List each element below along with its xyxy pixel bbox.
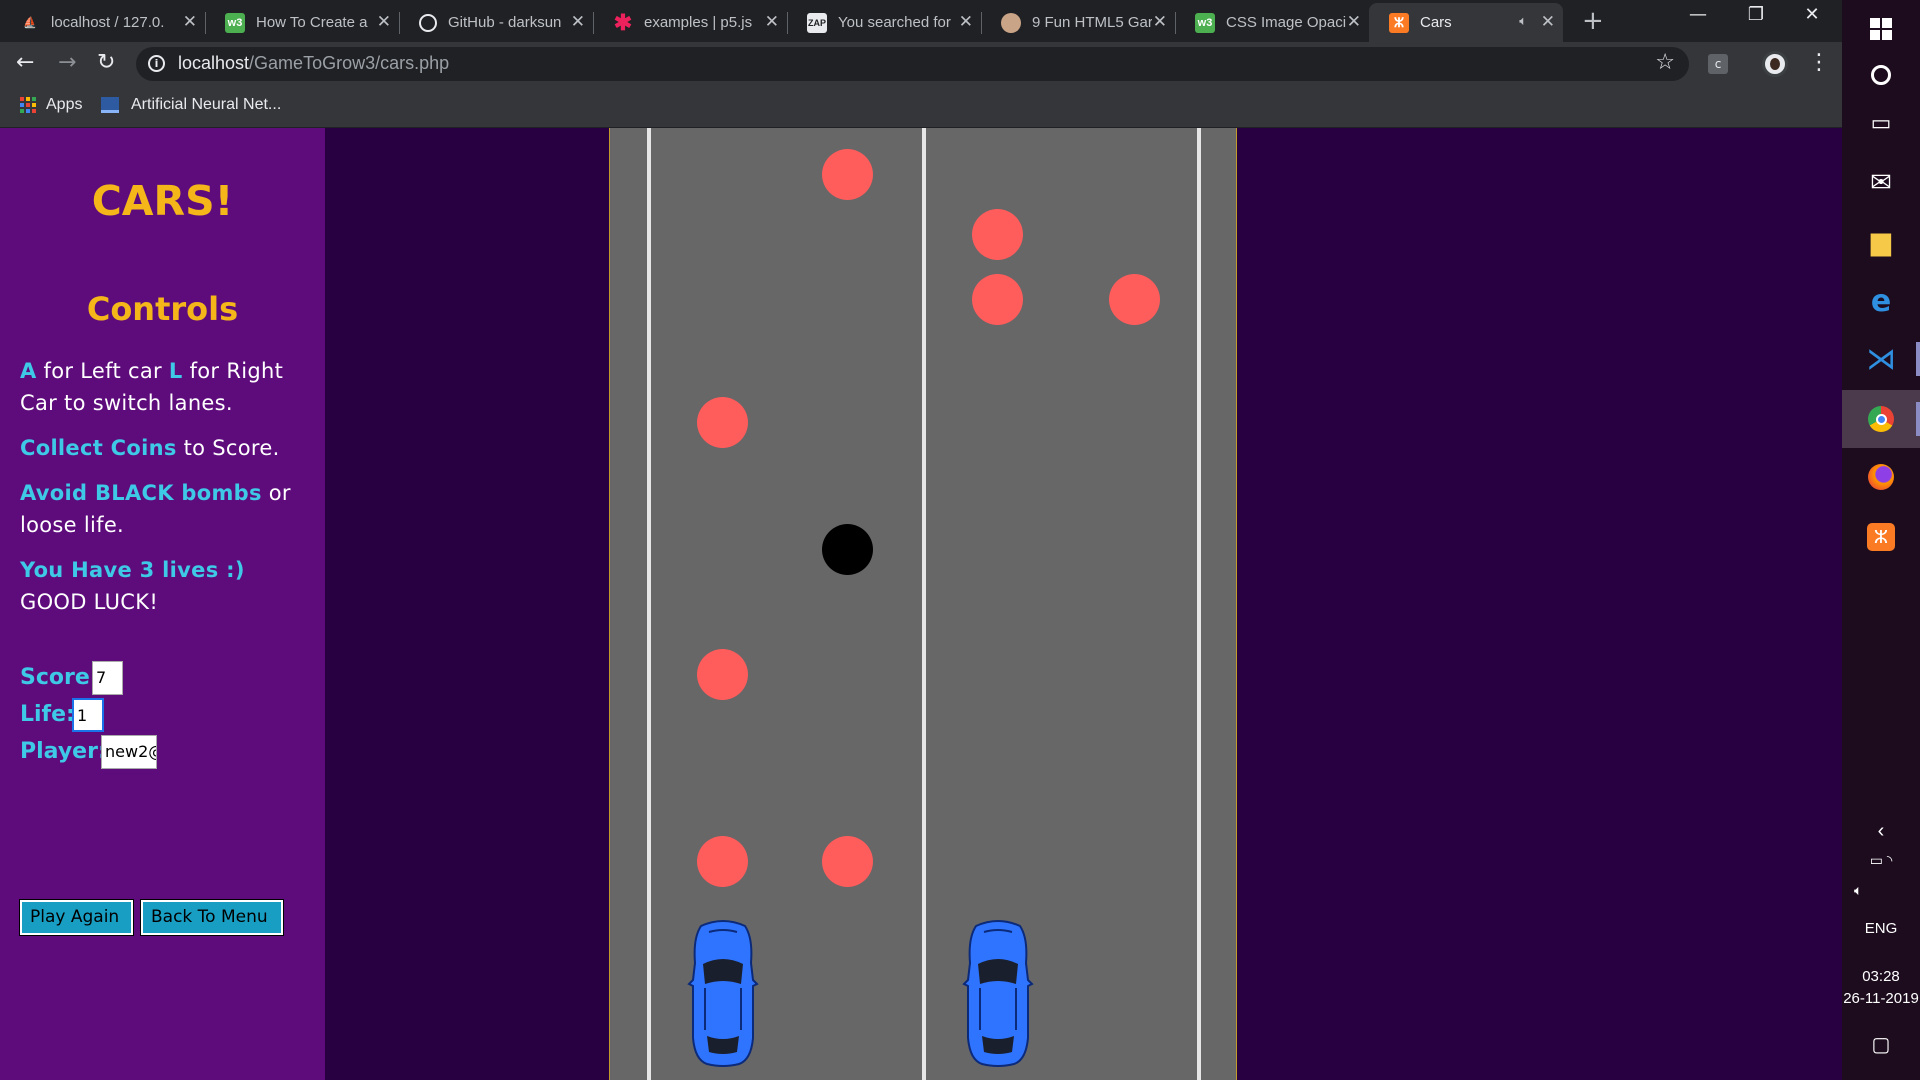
- reload-button[interactable]: ↻: [97, 50, 115, 75]
- play-again-button[interactable]: Play Again: [19, 899, 134, 936]
- coin: [1109, 274, 1160, 325]
- player-field[interactable]: new2@: [101, 735, 157, 769]
- w3schools-icon: w3: [1195, 12, 1215, 33]
- page-title: CARS!: [91, 177, 234, 225]
- browser-menu-icon[interactable]: ⋮: [1808, 50, 1830, 75]
- edge-icon[interactable]: e: [1842, 272, 1920, 330]
- forward-button[interactable]: →: [58, 50, 76, 75]
- coin: [972, 209, 1023, 260]
- close-tab-icon[interactable]: ✕: [1541, 12, 1555, 32]
- xampp-icon[interactable]: ⵣ: [1842, 508, 1920, 566]
- bookmarks-bar: Apps Artificial Neural Net...: [0, 86, 1842, 128]
- profile-avatar[interactable]: [1762, 51, 1788, 77]
- tab-strip: ⛵ localhost / 127.0. ✕ w3 How To Create …: [0, 0, 1842, 42]
- xampp-icon: ⵣ: [1389, 12, 1409, 33]
- close-tab-icon[interactable]: ✕: [1153, 12, 1167, 32]
- mail-icon[interactable]: ✉: [1842, 154, 1920, 212]
- close-tab-icon[interactable]: ✕: [571, 12, 585, 32]
- coin: [697, 397, 748, 448]
- bomb: [822, 524, 873, 575]
- file-explorer-icon[interactable]: ▆: [1842, 213, 1920, 271]
- rule-collect-coins: Collect Coins to Score.: [20, 436, 280, 460]
- tab-css-opacity[interactable]: w3 CSS Image Opaci ✕: [1175, 3, 1369, 42]
- windows-taskbar: ▭ ✉ ▆ e ⋊ ⵣ ‹ ▭ ◝ 🔈︎ ENG 03:28 26-11-201…: [1842, 0, 1920, 1080]
- p5js-icon: ✱: [613, 9, 633, 35]
- address-bar[interactable]: i localhost/GameToGrow3/cars.php ☆: [136, 47, 1689, 81]
- back-button[interactable]: ←: [16, 50, 34, 75]
- close-tab-icon[interactable]: ✕: [765, 12, 779, 32]
- info-icon[interactable]: i: [148, 55, 165, 72]
- score-label: Score:: [20, 665, 99, 690]
- browser-chrome: ⛵ localhost / 127.0. ✕ w3 How To Create …: [0, 0, 1842, 128]
- coin: [697, 836, 748, 887]
- coin: [822, 836, 873, 887]
- close-tab-icon[interactable]: ✕: [1347, 12, 1361, 32]
- tab-w3schools-create[interactable]: w3 How To Create a ✕: [205, 3, 400, 42]
- language-indicator[interactable]: ENG: [1842, 920, 1920, 937]
- game-sidebar: CARS! Controls A for Left car L for Righ…: [0, 128, 325, 1080]
- bookmark-favicon-icon: [101, 97, 119, 113]
- lane-line: [1197, 128, 1201, 1080]
- w3schools-icon: w3: [225, 12, 245, 33]
- bookmark-apps[interactable]: Apps: [20, 96, 82, 114]
- tab-html5-games[interactable]: 9 Fun HTML5 Gar ✕: [981, 3, 1176, 42]
- github-icon: [419, 13, 437, 32]
- apps-grid-icon: [20, 97, 36, 113]
- rule-avoid-bombs: Avoid BLACK bombs or loose life.: [20, 481, 291, 537]
- lane-line: [922, 128, 926, 1080]
- life-label: Life:: [20, 702, 75, 727]
- clock-time[interactable]: 03:28: [1842, 968, 1920, 985]
- back-to-menu-button[interactable]: Back To Menu: [140, 899, 284, 936]
- phpmyadmin-icon: ⛵: [23, 17, 37, 29]
- browser-toolbar: ← → ↻ i localhost/GameToGrow3/cars.php ☆…: [0, 42, 1842, 86]
- chrome-icon[interactable]: [1842, 390, 1920, 448]
- right-car: [962, 920, 1034, 1067]
- firefox-icon[interactable]: [1842, 448, 1920, 506]
- speaker-icon[interactable]: 🔈︎: [1519, 13, 1527, 29]
- restore-button[interactable]: ❐: [1728, 4, 1784, 25]
- action-center-icon[interactable]: ▢: [1842, 1032, 1920, 1057]
- tab-cars[interactable]: ⵣ Cars 🔈︎ ✕: [1369, 3, 1563, 42]
- vscode-icon[interactable]: ⋊: [1842, 330, 1920, 388]
- controls-heading: Controls: [86, 290, 239, 328]
- zapsplat-icon: ZAP: [807, 12, 827, 33]
- extension-icon[interactable]: c: [1708, 54, 1728, 74]
- life-field[interactable]: 1: [72, 698, 104, 732]
- close-tab-icon[interactable]: ✕: [377, 12, 391, 32]
- left-car: [687, 920, 759, 1067]
- clock-date[interactable]: 26-11-2019: [1842, 990, 1920, 1007]
- bookmark-neural-net[interactable]: Artificial Neural Net...: [101, 96, 281, 114]
- show-hidden-icons-icon[interactable]: ‹: [1842, 820, 1920, 843]
- minimize-button[interactable]: —: [1670, 4, 1726, 25]
- page-content: CARS! Controls A for Left car L for Righ…: [0, 128, 1842, 1080]
- close-window-button[interactable]: ✕: [1784, 4, 1840, 25]
- coin: [972, 274, 1023, 325]
- bookmark-star-icon[interactable]: ☆: [1655, 50, 1675, 75]
- url-text: localhost/GameToGrow3/cars.php: [178, 53, 450, 73]
- new-tab-button[interactable]: +: [1582, 6, 1604, 36]
- avatar-icon: [1001, 12, 1021, 33]
- tab-phpmyadmin[interactable]: ⛵ localhost / 127.0. ✕: [0, 3, 206, 42]
- tab-github[interactable]: GitHub - darksun ✕: [399, 3, 594, 42]
- battery-network-icons[interactable]: ▭ ◝: [1842, 852, 1920, 869]
- player-label: Player:: [20, 739, 107, 764]
- rule-switch-lanes: A for Left car L for Right Car to switch…: [20, 359, 284, 415]
- volume-icon[interactable]: 🔈︎: [1842, 882, 1920, 899]
- close-tab-icon[interactable]: ✕: [183, 12, 197, 32]
- game-canvas[interactable]: [609, 128, 1237, 1080]
- rule-lives: You Have 3 lives :) GOOD LUCK!: [20, 558, 245, 614]
- close-tab-icon[interactable]: ✕: [959, 12, 973, 32]
- coin: [822, 149, 873, 200]
- lane-line: [647, 128, 651, 1080]
- tab-p5js[interactable]: ✱ examples | p5.js ✕: [593, 3, 788, 42]
- coin: [697, 649, 748, 700]
- score-field[interactable]: 7: [92, 661, 123, 695]
- task-view-icon[interactable]: ▭: [1842, 94, 1920, 152]
- tab-zapsplat[interactable]: ZAP You searched for ✕: [787, 3, 982, 42]
